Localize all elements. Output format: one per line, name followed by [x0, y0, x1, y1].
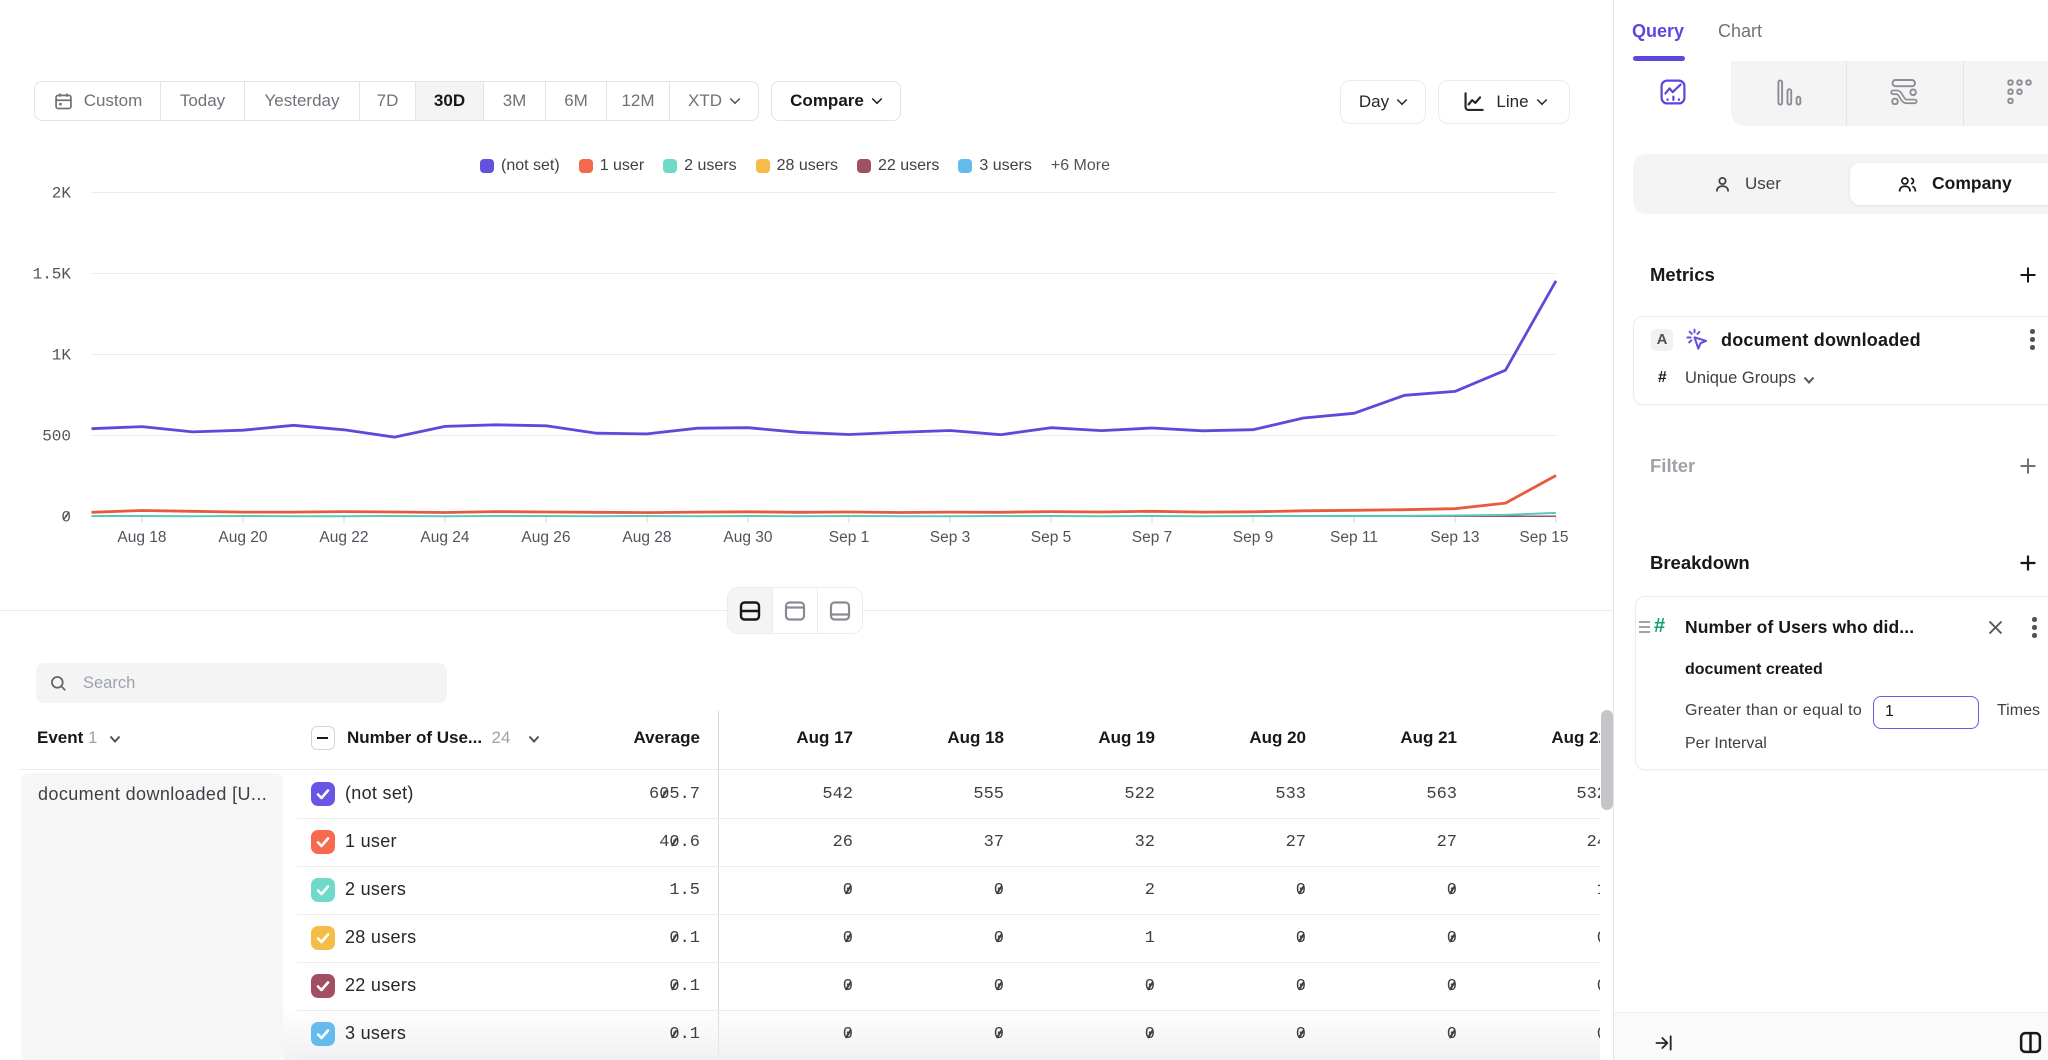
svg-text:Aug 30: Aug 30: [723, 529, 773, 546]
svg-text:Sep 1: Sep 1: [829, 529, 870, 546]
svg-text:Sep 9: Sep 9: [1233, 529, 1274, 546]
svg-text:Aug 22: Aug 22: [319, 529, 368, 546]
svg-text:Sep 15: Sep 15: [1519, 529, 1568, 546]
svg-text:Sep 13: Sep 13: [1430, 529, 1479, 546]
svg-text:Sep 5: Sep 5: [1031, 529, 1072, 546]
svg-text:500: 500: [42, 428, 71, 446]
svg-text:Aug 20: Aug 20: [218, 529, 268, 546]
svg-text:Aug 24: Aug 24: [420, 529, 470, 546]
svg-text:0: 0: [61, 509, 71, 527]
svg-text:Aug 28: Aug 28: [622, 529, 671, 546]
svg-text:Sep 11: Sep 11: [1330, 529, 1378, 546]
svg-text:1.5K: 1.5K: [33, 266, 72, 284]
svg-text:Sep 3: Sep 3: [930, 529, 971, 546]
svg-text:Aug 18: Aug 18: [117, 529, 166, 546]
svg-text:Sep 7: Sep 7: [1132, 529, 1173, 546]
svg-text:1K: 1K: [52, 347, 72, 365]
svg-text:Aug 26: Aug 26: [521, 529, 570, 546]
svg-text:2K: 2K: [52, 185, 72, 203]
